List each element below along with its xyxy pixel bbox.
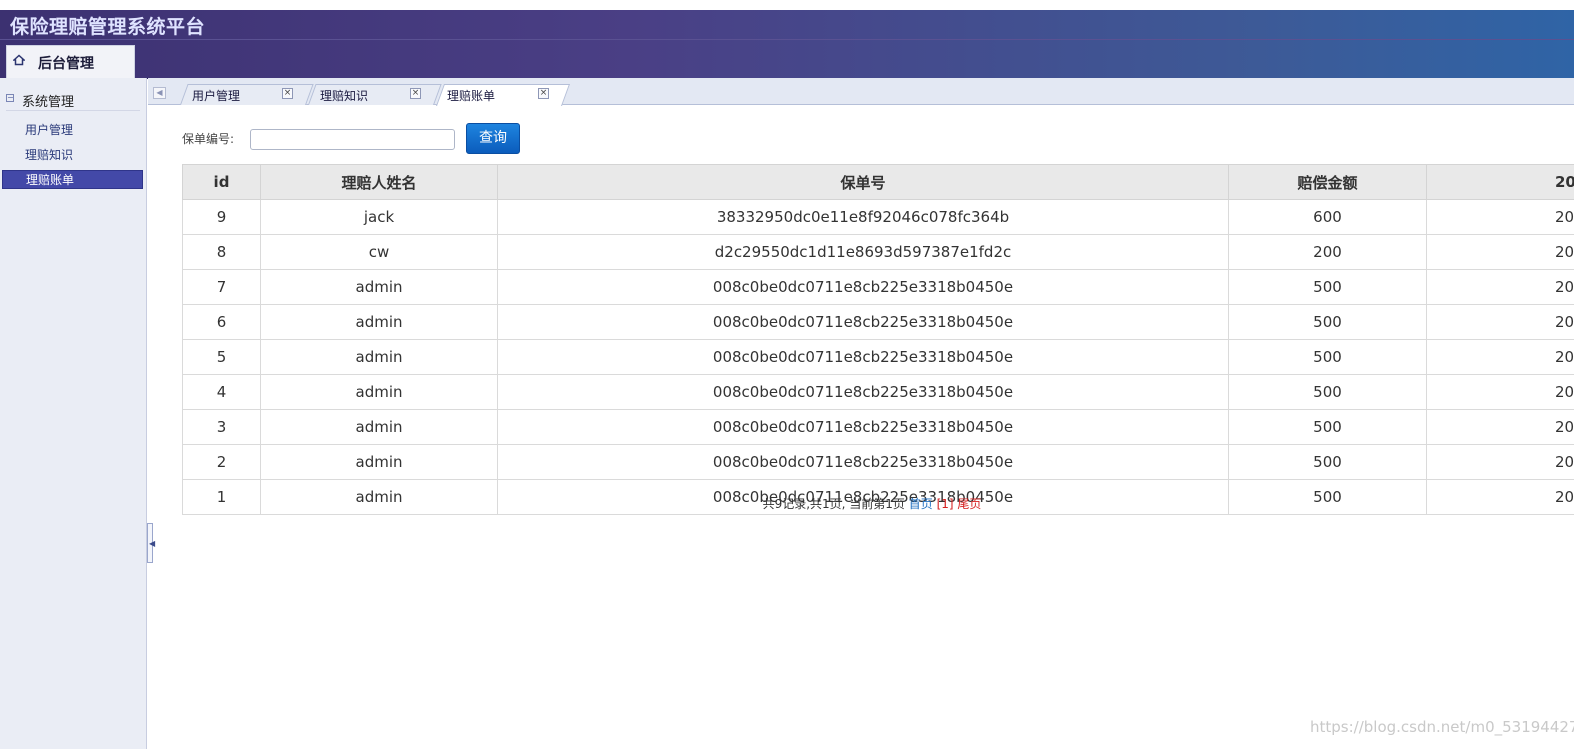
sidebar-item-claim-knowledge[interactable]: 理赔知识: [2, 146, 143, 165]
tabs-scroll-left-button[interactable]: ◀: [153, 87, 166, 99]
cell-id: 2: [182, 444, 261, 480]
cell-claimant-name: admin: [260, 269, 498, 305]
table-header-row: id 理赔人姓名 保单号 赔偿金额 20: [182, 164, 1574, 200]
cell-compensation-amount: 600: [1228, 199, 1427, 235]
close-icon[interactable]: ×: [538, 88, 549, 99]
table-row[interactable]: 3 admin 008c0be0dc0711e8cb225e3318b0450e 50…: [182, 409, 1574, 445]
nav-tab-label: 后台管理: [38, 56, 94, 72]
table-row[interactable]: 9 jack 38332950dc0e11e8f92046c078fc364b 600…: [182, 199, 1574, 235]
cell-compensation-amount: 200: [1228, 234, 1427, 270]
column-header-claimant-name[interactable]: 理赔人姓名: [260, 164, 498, 200]
pagination: 共9记录,共1页, 当前第1页 首页 [1] 尾页: [0, 495, 1574, 512]
table-row[interactable]: 2 admin 008c0be0dc0711e8cb225e3318b0450e 50…: [182, 444, 1574, 480]
cell-truncated: 20: [1426, 269, 1574, 305]
cell-claimant-name: cw: [260, 234, 498, 270]
column-header-compensation-amount[interactable]: 赔偿金额: [1228, 164, 1427, 200]
sidebar-collapse-handle[interactable]: ◀: [147, 523, 156, 563]
sidebar-item-claim-bills[interactable]: 理赔账单: [2, 170, 143, 189]
cell-id: 8: [182, 234, 261, 270]
sidebar-divider: [6, 110, 140, 111]
cell-policy-number: 008c0be0dc0711e8cb225e3318b0450e: [497, 444, 1229, 480]
first-page-link[interactable]: 首页: [909, 497, 933, 511]
cell-policy-number: 008c0be0dc0711e8cb225e3318b0450e: [497, 374, 1229, 410]
cell-truncated: 20: [1426, 444, 1574, 480]
cell-policy-number: 008c0be0dc0711e8cb225e3318b0450e: [497, 269, 1229, 305]
table-row[interactable]: 8 cw d2c29550dc1d11e8693d597387e1fd2c 200 20: [182, 234, 1574, 270]
cell-id: 4: [182, 374, 261, 410]
cell-compensation-amount: 500: [1228, 304, 1427, 340]
cell-claimant-name: jack: [260, 199, 498, 235]
cell-truncated: 20: [1426, 409, 1574, 445]
tabs-bar: ◀ 用户管理 × 理赔知识 × 理赔账单 ×: [148, 78, 1574, 106]
home-icon: [13, 54, 25, 66]
cell-truncated: 20: [1426, 339, 1574, 375]
tab-label: 理赔账单: [447, 89, 496, 103]
cell-claimant-name: admin: [260, 339, 498, 375]
collapse-icon[interactable]: −: [6, 94, 14, 102]
chevron-left-icon: ◀: [149, 539, 156, 548]
policy-number-label: 保单编号:: [182, 132, 235, 146]
last-page-link[interactable]: 尾页: [957, 497, 981, 511]
cell-compensation-amount: 500: [1228, 339, 1427, 375]
cell-id: 7: [182, 269, 261, 305]
cell-claimant-name: admin: [260, 304, 498, 340]
query-button[interactable]: 查询: [466, 123, 520, 154]
cell-policy-number: d2c29550dc1d11e8693d597387e1fd2c: [497, 234, 1229, 270]
table-row[interactable]: 5 admin 008c0be0dc0711e8cb225e3318b0450e 50…: [182, 339, 1574, 375]
table-row[interactable]: 6 admin 008c0be0dc0711e8cb225e3318b0450e 50…: [182, 304, 1574, 340]
cell-truncated: 20: [1426, 304, 1574, 340]
close-icon[interactable]: ×: [282, 88, 293, 99]
column-header-policy-number[interactable]: 保单号: [497, 164, 1229, 200]
cell-compensation-amount: 500: [1228, 444, 1427, 480]
claims-table: id 理赔人姓名 保单号 赔偿金额 20 9 jack 38332950dc0e11…: [182, 164, 1574, 515]
top-strip: [0, 0, 1574, 10]
watermark: https://blog.csdn.net/m0_53194427: [1310, 718, 1574, 736]
cell-id: 3: [182, 409, 261, 445]
column-header-id[interactable]: id: [182, 164, 261, 200]
policy-number-input[interactable]: [250, 129, 455, 150]
cell-compensation-amount: 500: [1228, 269, 1427, 305]
pagination-summary: 共9记录,共1页, 当前第1页: [762, 497, 905, 511]
cell-policy-number: 38332950dc0e11e8f92046c078fc364b: [497, 199, 1229, 235]
app-title: 保险理赔管理系统平台: [10, 16, 206, 38]
nav-tab-admin[interactable]: 后台管理: [6, 45, 135, 78]
cell-claimant-name: admin: [260, 409, 498, 445]
table-row[interactable]: 7 admin 008c0be0dc0711e8cb225e3318b0450e 50…: [182, 269, 1574, 305]
cell-truncated: 20: [1426, 199, 1574, 235]
current-page-link[interactable]: [1]: [937, 497, 954, 511]
cell-id: 5: [182, 339, 261, 375]
cell-policy-number: 008c0be0dc0711e8cb225e3318b0450e: [497, 409, 1229, 445]
cell-policy-number: 008c0be0dc0711e8cb225e3318b0450e: [497, 339, 1229, 375]
cell-truncated: 20: [1426, 234, 1574, 270]
cell-id: 6: [182, 304, 261, 340]
cell-claimant-name: admin: [260, 444, 498, 480]
sidebar: − 系统管理 用户管理 理赔知识 理赔账单: [0, 78, 147, 749]
column-header-truncated[interactable]: 20: [1426, 164, 1574, 200]
sidebar-group-system[interactable]: − 系统管理: [0, 88, 146, 110]
tab-label: 用户管理: [192, 89, 241, 103]
cell-id: 9: [182, 199, 261, 235]
cell-claimant-name: admin: [260, 374, 498, 410]
cell-compensation-amount: 500: [1228, 374, 1427, 410]
cell-policy-number: 008c0be0dc0711e8cb225e3318b0450e: [497, 304, 1229, 340]
close-icon[interactable]: ×: [410, 88, 421, 99]
header-divider: [0, 39, 1574, 40]
cell-truncated: 20: [1426, 374, 1574, 410]
sidebar-item-user-management[interactable]: 用户管理: [2, 121, 143, 140]
app-header: 保险理赔管理系统平台 后台管理: [0, 10, 1574, 79]
cell-compensation-amount: 500: [1228, 409, 1427, 445]
tab-label: 理赔知识: [320, 89, 369, 103]
table-row[interactable]: 4 admin 008c0be0dc0711e8cb225e3318b0450e 50…: [182, 374, 1574, 410]
sidebar-group-label: 系统管理: [22, 95, 75, 110]
